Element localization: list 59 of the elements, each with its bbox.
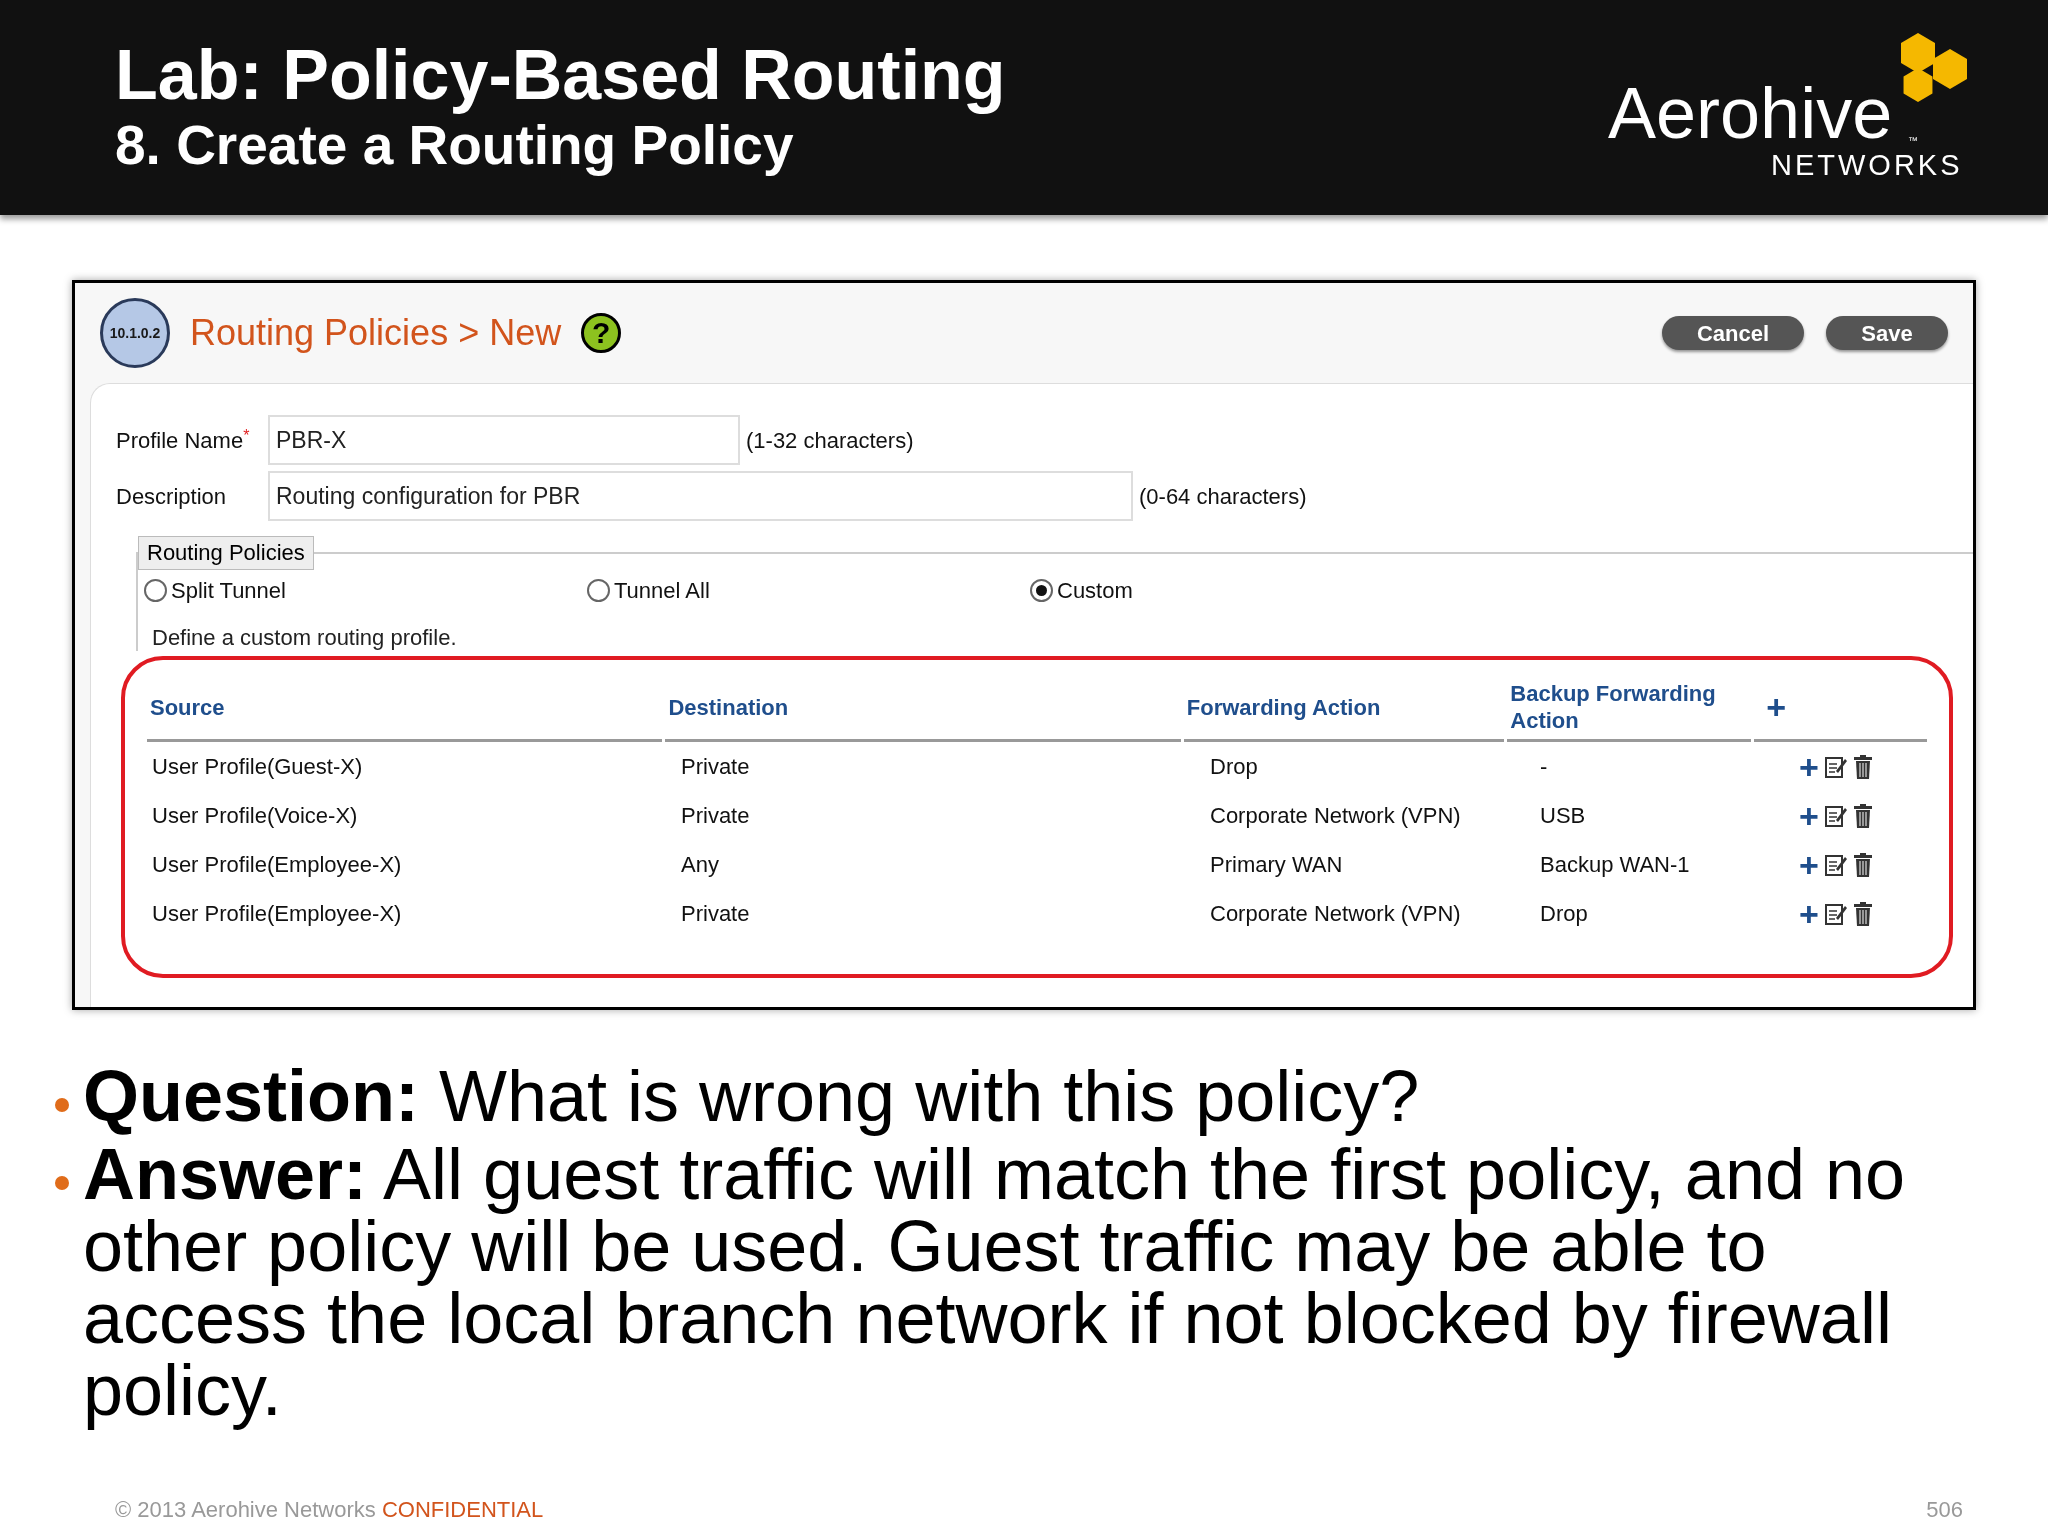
table-cell-text: Corporate Network (VPN) [1209,900,1462,928]
cancel-button[interactable]: Cancel [1662,316,1804,350]
table-cell-text: - [1539,753,1549,781]
column-header: Forwarding Action [1183,675,1505,742]
table-cell-text: Corporate Network (VPN) [1209,802,1462,830]
copyright-text: © 2013 Aerohive Networks CONFIDENTIAL [115,1496,544,1524]
save-button[interactable]: Save [1826,316,1948,350]
table-cell-text: USB [1539,802,1587,830]
add-row-button[interactable]: + [1799,896,1819,931]
table-cell-text: User Profile(Employee-X) [151,900,403,928]
table-cell-text: Private [680,802,751,830]
trash-icon[interactable] [1852,901,1873,926]
edit-icon[interactable] [1824,901,1847,926]
radio-button[interactable] [1030,579,1053,602]
add-row-button[interactable]: + [1799,749,1819,784]
table-cell-text: Backup WAN-1 [1539,851,1691,879]
field-label: Profile Name* [116,425,251,455]
breadcrumb-title: Routing Policies > New [190,311,562,355]
table-cell-text: Private [680,900,751,928]
help-button[interactable]: ? [581,313,622,353]
field-hint: (0-64 characters) [1139,482,1307,511]
table-cell-text: User Profile(Voice-X) [151,802,359,830]
table-cell-text: Drop [1209,753,1259,781]
column-header: Source [147,675,663,742]
radio-option[interactable]: Split Tunnel [144,574,587,607]
field-label: Description [116,482,228,511]
trademark-mark: ™ [1908,133,1918,148]
group-legend: Routing Policies [138,536,314,570]
trash-icon[interactable] [1852,754,1873,779]
edit-icon[interactable] [1824,754,1847,779]
table-cell-text: User Profile(Employee-X) [151,851,403,879]
radio-option[interactable]: Tunnel All [587,574,1030,607]
trash-icon[interactable] [1852,803,1873,828]
radio-button[interactable] [144,579,167,602]
radio-option[interactable]: Custom [1030,574,1133,607]
edit-icon[interactable] [1824,803,1847,828]
input-field[interactable]: Routing configuration for PBR [268,471,1133,521]
table-cell-text: Drop [1539,900,1589,928]
radio-button[interactable] [587,579,610,602]
column-header: Destination [665,675,1181,742]
required-mark: * [243,426,250,444]
slide-title: Lab: Policy-Based Routing [115,37,1006,112]
trash-icon[interactable] [1852,852,1873,877]
field-hint: (1-32 characters) [746,426,914,455]
table-cell-text: Primary WAN [1209,851,1344,879]
honeycomb-icon [1898,32,1970,103]
edit-icon[interactable] [1824,852,1847,877]
add-row-button[interactable]: + [1799,847,1819,882]
input-field[interactable]: PBR-X [268,415,740,465]
column-header: Backup Forwarding Action [1507,675,1752,742]
version-badge: 10.1.0.2 [100,298,170,368]
table-cell-text: User Profile(Guest-X) [151,753,364,781]
table-cell-text: Private [680,753,751,781]
table-cell-text: Any [680,851,720,879]
add-button[interactable]: + [1766,690,1787,724]
note-text: Define a custom routing profile. [152,625,458,651]
page-number: 506 [1926,1496,1963,1524]
add-row-button[interactable]: + [1799,798,1819,833]
slide-subtitle: 8. Create a Routing Policy [115,113,794,178]
